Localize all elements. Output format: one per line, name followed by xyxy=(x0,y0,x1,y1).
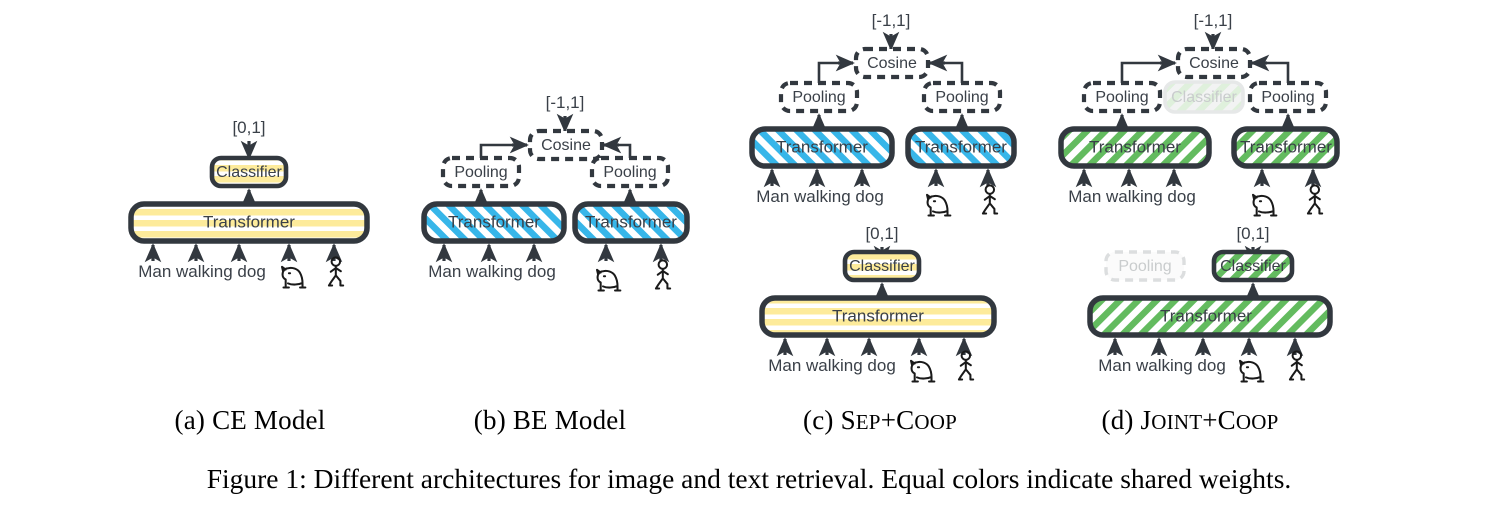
panel-caption-a: (a) CE Model xyxy=(100,405,400,436)
transformer-label: Transformer xyxy=(832,306,924,325)
output-range-label-top: [-1,1] xyxy=(1194,11,1233,30)
panel-caption-d-s2: OOP xyxy=(1235,410,1279,434)
dog-icon xyxy=(925,193,952,217)
link-pooling-image-to-cosine xyxy=(1259,61,1290,83)
panel-caption-d-p1: J xyxy=(1140,405,1152,435)
transformer-label: Transformer xyxy=(448,212,540,231)
person-walking-icon xyxy=(327,256,345,287)
panel-caption-a-text: CE Model xyxy=(212,405,326,435)
text-input-label-top: Man walking dog xyxy=(756,187,884,206)
panel-caption-a-prefix: (a) xyxy=(174,405,206,435)
output-range-label-top: [-1,1] xyxy=(872,11,911,30)
panel-caption-c-s2: OOP xyxy=(914,410,957,434)
panel-caption-c-s1: EP xyxy=(855,410,881,434)
panel-caption-c-p2: +C xyxy=(880,405,915,435)
output-range-label: [0,1] xyxy=(232,118,265,137)
panel-caption-d-prefix: (d) xyxy=(1101,405,1134,435)
panel-c: [-1,1] Cosine Pooling Pooling Transforme… xyxy=(749,11,1017,383)
link-pooling-text-to-cosine xyxy=(1120,61,1168,83)
text-input-label-bottom: Man walking dog xyxy=(768,356,896,375)
person-walking-icon xyxy=(1306,184,1324,215)
person-walking-icon xyxy=(957,350,975,381)
person-walking-icon xyxy=(654,259,672,290)
output-range-label: [-1,1] xyxy=(546,93,585,112)
panel-caption-b-text: BE Model xyxy=(512,405,627,435)
transformer-label: Transformer xyxy=(585,212,677,231)
panel-caption-b-prefix: (b) xyxy=(473,405,506,435)
person-walking-icon xyxy=(1288,350,1306,381)
transformer-label: Transformer xyxy=(915,137,1007,156)
cosine-label: Cosine xyxy=(1189,55,1239,72)
figure-caption: Figure 1: Different architectures for im… xyxy=(206,463,1292,494)
panel-d: [-1,1] Cosine Pooling Pooling Classifier… xyxy=(1058,11,1340,383)
panel-caption-d-s1: OINT xyxy=(1151,410,1203,434)
panel-caption-c-prefix: (c) xyxy=(803,405,834,435)
panel-caption-d-p2: +C xyxy=(1202,405,1236,435)
output-range-label-bottom: [0,1] xyxy=(1236,224,1269,243)
pooling-ghost-label: Pooling xyxy=(1118,258,1171,275)
text-input-label-top: Man walking dog xyxy=(1068,187,1196,206)
transformer-label: Transformer xyxy=(776,137,868,156)
classifier-label: Classifier xyxy=(1220,258,1286,275)
text-input-label: Man walking dog xyxy=(138,262,266,281)
transformer-label: Transformer xyxy=(1240,137,1332,156)
pooling-label: Pooling xyxy=(1261,89,1314,106)
text-input-label-bottom: Man walking dog xyxy=(1098,356,1226,375)
dog-icon xyxy=(595,268,622,292)
pooling-label: Pooling xyxy=(603,164,656,181)
cosine-label: Cosine xyxy=(541,137,591,154)
pooling-label: Pooling xyxy=(1095,89,1148,106)
panel-b: [-1,1] Cosine Pooling Pooling Transforme… xyxy=(421,93,690,292)
transformer-label: Transformer xyxy=(1089,137,1181,156)
figure-container: .solidbox{stroke:#32383f;stroke-width:5.… xyxy=(0,0,1498,524)
cosine-label: Cosine xyxy=(867,55,917,72)
pooling-label: Pooling xyxy=(792,89,845,106)
classifier-label: Classifier xyxy=(216,164,282,181)
dog-icon xyxy=(909,359,936,383)
pooling-label: Pooling xyxy=(454,164,507,181)
panel-caption-c-p1: S xyxy=(840,405,856,435)
dog-icon xyxy=(280,265,307,289)
panel-a: [0,1] Classifier Transformer Man walking… xyxy=(128,118,370,289)
link-pooling-image-to-cosine xyxy=(937,61,964,83)
text-input-label: Man walking dog xyxy=(428,262,556,281)
transformer-label: Transformer xyxy=(1160,306,1252,325)
dog-icon xyxy=(1251,193,1278,217)
transformer-label: Transformer xyxy=(203,212,295,231)
panel-caption-d: (d) JOINT+COOP xyxy=(1040,405,1340,436)
pooling-label: Pooling xyxy=(935,89,988,106)
person-walking-icon xyxy=(981,184,999,215)
architecture-diagram: .solidbox{stroke:#32383f;stroke-width:5.… xyxy=(128,11,1340,383)
classifier-label: Classifier xyxy=(849,258,915,275)
dog-icon xyxy=(1238,359,1265,383)
panel-caption-b: (b) BE Model xyxy=(400,405,700,436)
output-range-label-bottom: [0,1] xyxy=(865,224,898,243)
classifier-ghost-label: Classifier xyxy=(1171,89,1237,106)
panel-caption-c: (c) SEP+COOP xyxy=(730,405,1030,436)
link-pooling-text-to-cosine xyxy=(817,61,846,83)
